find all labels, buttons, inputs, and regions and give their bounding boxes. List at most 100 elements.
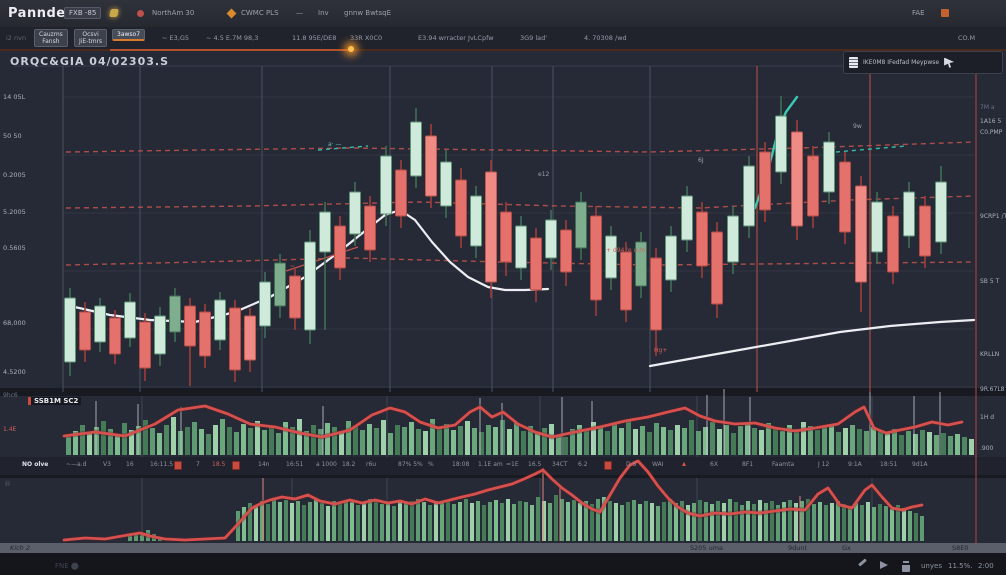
menu-item-0[interactable]: FXB -85 <box>64 7 102 19</box>
trading-app-window: a· — ~ e12 + d94 'e u.m Hg+ 6J ↘ 9w Panndelor F… <box>0 0 1006 575</box>
candle <box>887 215 899 273</box>
volume-bar <box>563 437 568 455</box>
menu-item-3[interactable]: NorthAm 30 <box>152 9 194 17</box>
status-strip-item: S205 uma <box>690 544 724 552</box>
volume-bar <box>885 433 890 455</box>
volume-bar <box>866 502 870 541</box>
volume-bar <box>392 506 396 541</box>
candle <box>199 311 211 357</box>
square-icon[interactable] <box>941 9 949 17</box>
tab-3[interactable]: 3awso7 <box>112 29 146 41</box>
menu-item-9[interactable]: FAE <box>912 9 925 17</box>
bottom-bar-item: unyes <box>921 562 942 570</box>
volume-bar <box>864 431 869 455</box>
menu-item-7[interactable]: Inv <box>318 9 329 17</box>
flag-icon[interactable] <box>880 561 888 569</box>
volume-bar <box>410 501 414 541</box>
volume-panel-tag: ® <box>4 480 11 488</box>
candle <box>665 235 677 281</box>
volume-bar <box>608 501 612 541</box>
volume-bar <box>374 428 379 455</box>
event-marker-icon[interactable] <box>174 461 182 470</box>
volume-bar <box>654 423 659 455</box>
alert-flame-icon[interactable]: ▴ <box>682 459 686 468</box>
price-axis-label-right: SB 5 T <box>980 278 1000 285</box>
volume-bar <box>692 503 696 541</box>
quote-item-7[interactable]: 33R X0C0 <box>350 34 382 42</box>
volume-bar <box>192 422 197 455</box>
volume-bar <box>962 437 967 455</box>
event-marker-icon[interactable] <box>232 461 240 470</box>
quote-item-11[interactable]: CO.M <box>958 34 975 42</box>
volume-bar <box>308 502 312 541</box>
volume-bar <box>234 432 239 455</box>
tab-1[interactable]: Cauzms Fansh <box>34 29 68 47</box>
time-axis-tick: r6u <box>366 461 377 468</box>
menu-item-8[interactable]: gnnw BwtsqE <box>344 9 391 17</box>
volume-bar <box>780 431 785 455</box>
chart-annotation: + d94 'e u.m <box>606 247 645 254</box>
status-strip: Kích 2 S205 uma 9dunt Gx S8E0 <box>0 543 1006 553</box>
quote-item-0[interactable]: i2 nvn <box>6 34 26 42</box>
candle <box>791 131 803 227</box>
candle <box>711 231 723 305</box>
volume-bar <box>824 505 828 541</box>
cursor-icon[interactable] <box>944 57 955 68</box>
volume-bar <box>927 432 932 455</box>
diamond-icon[interactable] <box>226 8 237 19</box>
candle <box>274 262 286 307</box>
volume-bar <box>157 433 162 455</box>
volume-bar <box>704 502 708 541</box>
volume-bar <box>320 503 324 541</box>
quote-item-5[interactable]: ~ 4.5 E.7M 98,3 <box>206 34 258 42</box>
volume-bar <box>633 429 638 455</box>
candle <box>590 215 602 301</box>
volume-bar <box>788 500 792 541</box>
candle <box>154 315 166 355</box>
candle <box>823 141 835 193</box>
volume-bar <box>549 424 554 455</box>
quote-item-4[interactable]: ~ E3,G5 <box>162 34 189 42</box>
volume-bar <box>710 504 714 541</box>
spark-icon[interactable] <box>109 9 119 17</box>
lock-icon[interactable] <box>902 563 910 572</box>
menu-item-5[interactable]: CWMC PLS <box>241 9 279 17</box>
volume-bar <box>884 506 888 541</box>
charts-canvas[interactable]: a· — ~ e12 + d94 'e u.m Hg+ 6J ↘ 9w <box>0 0 1006 575</box>
pencil-icon[interactable] <box>858 558 867 567</box>
indicator-panel-label: SSB1M SC2 <box>28 397 82 405</box>
price-axis-label-right: 1A16 5 <box>980 118 1002 125</box>
menu-item-6[interactable]: — <box>296 9 303 17</box>
panel-separator <box>0 388 1006 396</box>
menu-bar: Panndelor FXB -85 NorthAm 30 CWMC PLS — Inv g… <box>0 0 1006 28</box>
tab-2[interactable]: Ocsvi JiE-tmrs <box>74 29 108 47</box>
volume-bar <box>206 434 211 455</box>
event-marker-icon[interactable] <box>604 461 612 470</box>
chart-toolbar-widget[interactable]: IKE0M8 IFedfad Meypwse <box>843 51 1003 74</box>
candle <box>650 257 662 331</box>
volume-bar <box>860 505 864 541</box>
quote-item-9[interactable]: 3G9 lad' <box>520 34 547 42</box>
price-axis-tag-left: 1.4E <box>3 426 17 433</box>
volume-bar <box>759 430 764 455</box>
volume-bar <box>948 436 953 455</box>
document-icon[interactable] <box>849 57 858 68</box>
volume-bar <box>530 505 534 541</box>
quote-item-6[interactable]: 11.8 95E/DE8 <box>292 34 336 42</box>
candle <box>743 165 755 227</box>
time-axis-tick: 18.2 <box>342 461 356 468</box>
quote-item-10[interactable]: 4. 70308 /wd <box>584 34 627 42</box>
volume-bar <box>717 429 722 455</box>
dot-icon[interactable] <box>137 10 144 17</box>
volume-bar <box>374 501 378 541</box>
candle <box>530 237 542 291</box>
volume-bar <box>612 424 617 455</box>
volume-bar <box>728 499 732 541</box>
bottom-bar-item: 11.5%. <box>948 562 973 570</box>
quote-item-8[interactable]: E3.94 wrracter JvLCpfw <box>418 34 494 42</box>
volume-bar <box>914 513 918 541</box>
volume-bar <box>346 421 351 455</box>
volume-bar <box>458 426 463 455</box>
time-axis-tick: 9d1A <box>912 461 928 468</box>
volume-bar <box>668 430 673 455</box>
